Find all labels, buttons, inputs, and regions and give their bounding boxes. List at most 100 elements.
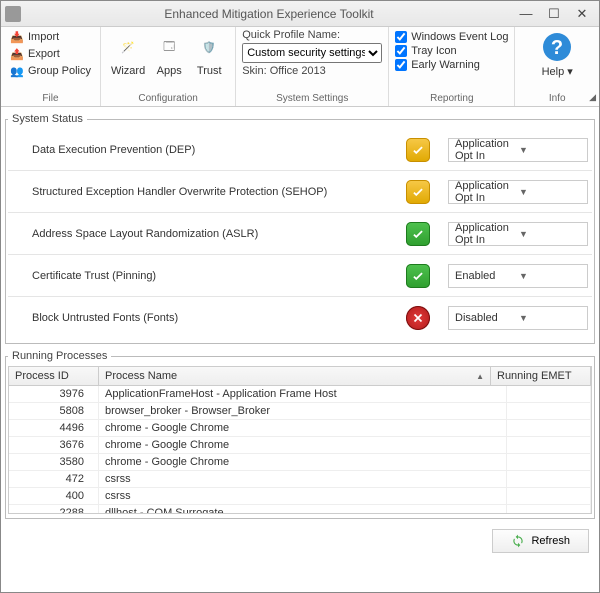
table-row[interactable]: 3676chrome - Google Chrome <box>9 437 591 454</box>
status-combo[interactable]: Application Opt In▼ <box>448 138 588 162</box>
running-processes-legend: Running Processes <box>8 350 111 362</box>
export-button[interactable]: 📤 Export <box>7 46 63 62</box>
early-warning-label: Early Warning <box>411 59 480 71</box>
ribbon-group-file: 📥 Import 📤 Export 👥 Group Policy File <box>1 27 101 106</box>
chevron-down-icon: ▼ <box>519 187 583 197</box>
early-warning-input[interactable] <box>395 59 407 71</box>
ribbon-group-info: ? Help ▾ Info ◢ <box>515 27 599 106</box>
quick-profile-select[interactable]: Custom security settings <box>242 43 382 63</box>
cell-emet <box>507 403 591 419</box>
event-log-checkbox[interactable]: Windows Event Log <box>395 31 508 43</box>
wizard-icon: 🪄 <box>112 31 144 63</box>
group-policy-button[interactable]: 👥 Group Policy <box>7 63 94 79</box>
cell-emet <box>507 386 591 402</box>
process-table-body[interactable]: 3976ApplicationFrameHost - Application F… <box>8 386 592 514</box>
status-icon-wrap <box>388 222 448 246</box>
maximize-button[interactable]: ☐ <box>541 4 567 24</box>
column-header-pid[interactable]: Process ID <box>9 367 99 385</box>
status-icon-wrap <box>388 138 448 162</box>
close-button[interactable]: ✕ <box>569 4 595 24</box>
import-button[interactable]: 📥 Import <box>7 29 62 45</box>
group-policy-label: Group Policy <box>28 65 91 77</box>
tray-icon-checkbox[interactable]: Tray Icon <box>395 45 456 57</box>
apps-button[interactable]: 🗔 Apps <box>149 29 189 79</box>
process-table-header: Process ID Process Name▲ Running EMET <box>8 366 592 386</box>
cell-name: csrss <box>99 471 507 487</box>
ribbon-group-configuration: 🪄 Wizard 🗔 Apps 🛡️ Trust Configuration <box>101 27 236 106</box>
status-combo[interactable]: Application Opt In▼ <box>448 222 588 246</box>
status-icon-wrap <box>388 306 448 330</box>
help-label: Help ▾ <box>542 65 573 78</box>
group-label-configuration: Configuration <box>107 92 229 106</box>
status-row: Block Untrusted Fonts (Fonts) Disabled▼ <box>8 297 592 339</box>
table-row[interactable]: 3580chrome - Google Chrome <box>9 454 591 471</box>
event-log-input[interactable] <box>395 31 407 43</box>
status-row: Data Execution Prevention (DEP)Applicati… <box>8 129 592 171</box>
cell-name: chrome - Google Chrome <box>99 420 507 436</box>
status-label: Certificate Trust (Pinning) <box>8 270 388 282</box>
ribbon-group-reporting: Windows Event Log Tray Icon Early Warnin… <box>389 27 515 106</box>
dialog-launcher-icon[interactable]: ◢ <box>589 92 596 103</box>
status-row: Structured Exception Handler Overwrite P… <box>8 171 592 213</box>
footer: Refresh <box>1 523 599 559</box>
wizard-button[interactable]: 🪄 Wizard <box>107 29 149 79</box>
early-warning-checkbox[interactable]: Early Warning <box>395 59 480 71</box>
check-icon <box>406 138 430 162</box>
cell-emet <box>507 505 591 514</box>
wizard-label: Wizard <box>111 65 145 77</box>
status-label: Block Untrusted Fonts (Fonts) <box>8 312 388 324</box>
table-row[interactable]: 2288dllhost - COM Surrogate <box>9 505 591 514</box>
app-icon <box>5 6 21 22</box>
group-policy-icon: 👥 <box>10 64 24 78</box>
skin-label[interactable]: Skin: Office 2013 <box>242 65 326 77</box>
chevron-down-icon: ▼ <box>519 313 583 323</box>
svg-text:?: ? <box>551 37 563 59</box>
cell-pid: 472 <box>9 471 99 487</box>
table-row[interactable]: 5808browser_broker - Browser_Broker <box>9 403 591 420</box>
status-label: Address Space Layout Randomization (ASLR… <box>8 228 388 240</box>
status-combo[interactable]: Disabled▼ <box>448 306 588 330</box>
tray-icon-label: Tray Icon <box>411 45 456 57</box>
cell-name: csrss <box>99 488 507 504</box>
status-combo[interactable]: Application Opt In▼ <box>448 180 588 204</box>
cell-name: dllhost - COM Surrogate <box>99 505 507 514</box>
cell-pid: 3976 <box>9 386 99 402</box>
help-button[interactable]: ? Help ▾ <box>537 29 577 80</box>
cell-pid: 4496 <box>9 420 99 436</box>
help-icon: ? <box>541 31 573 63</box>
cell-emet <box>507 437 591 453</box>
cell-name: browser_broker - Browser_Broker <box>99 403 507 419</box>
export-label: Export <box>28 48 60 60</box>
refresh-label: Refresh <box>531 535 570 547</box>
cell-name: chrome - Google Chrome <box>99 454 507 470</box>
event-log-label: Windows Event Log <box>411 31 508 43</box>
status-row: Certificate Trust (Pinning) Enabled▼ <box>8 255 592 297</box>
cell-pid: 3676 <box>9 437 99 453</box>
export-icon: 📤 <box>10 47 24 61</box>
import-label: Import <box>28 31 59 43</box>
refresh-icon <box>511 534 525 548</box>
table-row[interactable]: 472csrss <box>9 471 591 488</box>
system-status-legend: System Status <box>8 113 87 125</box>
cell-pid: 3580 <box>9 454 99 470</box>
trust-icon: 🛡️ <box>193 31 225 63</box>
ribbon: 📥 Import 📤 Export 👥 Group Policy File 🪄 … <box>1 27 599 107</box>
check-icon <box>406 264 430 288</box>
trust-label: Trust <box>197 65 222 77</box>
status-combo[interactable]: Enabled▼ <box>448 264 588 288</box>
tray-icon-input[interactable] <box>395 45 407 57</box>
table-row[interactable]: 400csrss <box>9 488 591 505</box>
table-row[interactable]: 4496chrome - Google Chrome <box>9 420 591 437</box>
error-icon <box>406 306 430 330</box>
import-icon: 📥 <box>10 30 24 44</box>
chevron-down-icon: ▼ <box>519 145 583 155</box>
check-icon <box>406 222 430 246</box>
trust-button[interactable]: 🛡️ Trust <box>189 29 229 79</box>
column-header-emet[interactable]: Running EMET <box>491 367 591 385</box>
table-row[interactable]: 3976ApplicationFrameHost - Application F… <box>9 386 591 403</box>
status-row: Address Space Layout Randomization (ASLR… <box>8 213 592 255</box>
column-header-name[interactable]: Process Name▲ <box>99 367 491 385</box>
status-label: Structured Exception Handler Overwrite P… <box>8 186 388 198</box>
minimize-button[interactable]: — <box>513 4 539 24</box>
refresh-button[interactable]: Refresh <box>492 529 589 553</box>
